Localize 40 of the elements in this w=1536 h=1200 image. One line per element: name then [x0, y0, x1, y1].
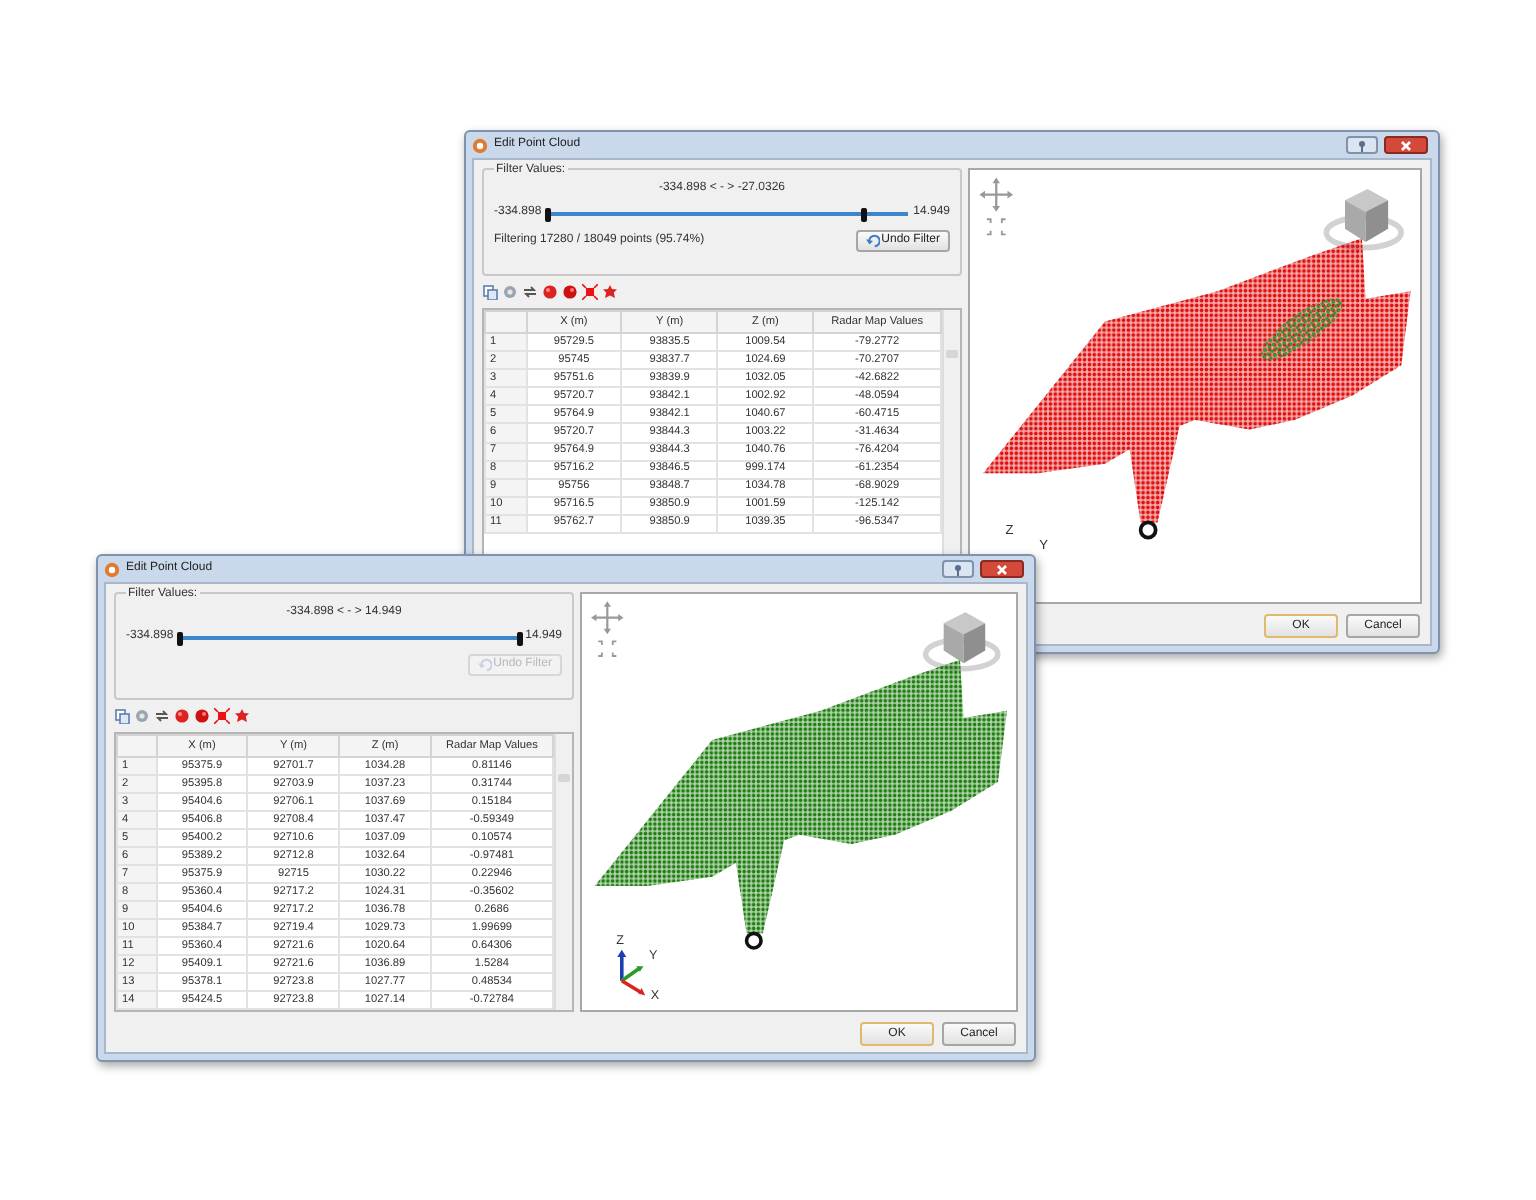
slider-thumb[interactable]	[176, 631, 183, 645]
zoom-extents-icon[interactable]	[597, 640, 618, 657]
swap-icon[interactable]	[154, 708, 170, 724]
swap-icon[interactable]	[522, 284, 538, 300]
pan-icon[interactable]	[591, 601, 624, 635]
slider-thumb[interactable]	[861, 207, 868, 221]
help-button[interactable]	[1346, 136, 1378, 154]
zoom-extents-icon[interactable]	[985, 218, 1007, 236]
close-button[interactable]	[980, 560, 1024, 578]
undo-icon	[865, 233, 880, 248]
help-button[interactable]	[942, 560, 974, 578]
close-button[interactable]	[1384, 136, 1428, 154]
scrollbar[interactable]	[554, 734, 572, 1010]
burst-icon[interactable]	[214, 708, 230, 724]
axis-triad-drawing	[617, 949, 646, 996]
undo-icon	[477, 657, 492, 672]
app-icon	[104, 561, 120, 577]
burst-icon[interactable]	[582, 284, 598, 300]
star-icon[interactable]	[234, 708, 250, 724]
view-cube-icon[interactable]	[1323, 188, 1405, 251]
origin-marker-icon	[1138, 520, 1158, 540]
pin-icon	[1356, 139, 1368, 151]
ball-icon[interactable]	[174, 708, 190, 724]
view-cube-icon[interactable]	[922, 612, 1001, 672]
pan-icon[interactable]	[979, 177, 1014, 212]
close-icon	[996, 563, 1008, 575]
slider-thumb[interactable]	[516, 631, 523, 645]
slider-thumb[interactable]	[544, 207, 551, 221]
ball-icon[interactable]	[562, 284, 578, 300]
range-slider[interactable]	[179, 631, 520, 643]
app-icon	[472, 137, 488, 153]
copy-icon[interactable]	[114, 708, 130, 724]
origin-marker-icon	[744, 931, 763, 950]
ball-icon[interactable]	[194, 708, 210, 724]
pin-icon	[952, 563, 964, 575]
star-icon[interactable]	[602, 284, 618, 300]
range-slider[interactable]	[547, 207, 908, 219]
ball-icon[interactable]	[542, 284, 558, 300]
close-icon	[1400, 139, 1412, 151]
copy-icon[interactable]	[482, 284, 498, 300]
